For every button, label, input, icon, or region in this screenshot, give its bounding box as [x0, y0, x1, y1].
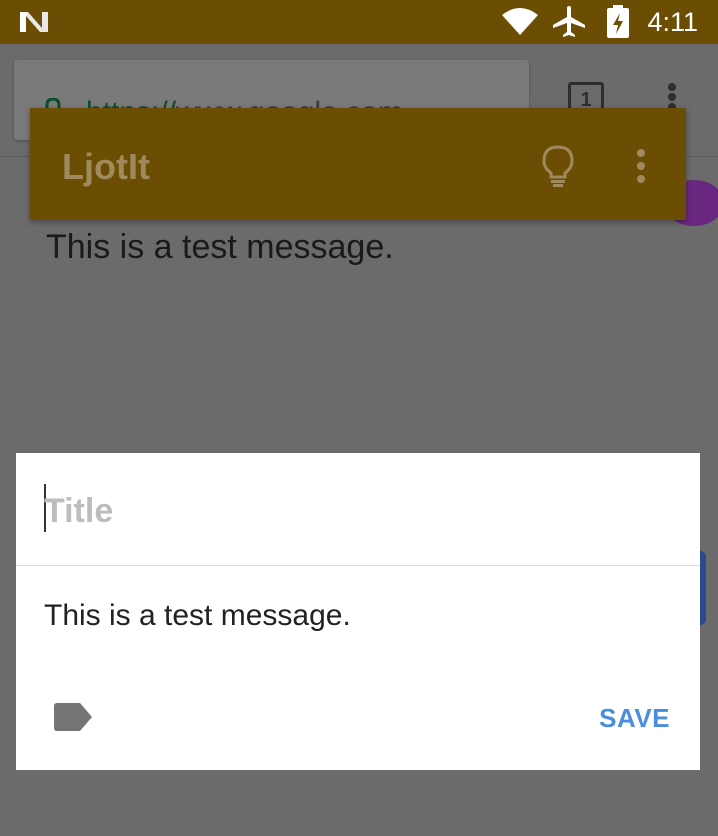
n-logo-icon	[20, 12, 48, 32]
status-time: 4:11	[647, 6, 698, 37]
title-input[interactable]	[44, 489, 664, 533]
app-title: LjotIt	[62, 146, 150, 187]
status-bar: 4:11	[0, 0, 718, 44]
lightbulb-icon[interactable]	[540, 144, 576, 188]
wifi-icon	[502, 8, 539, 35]
note-body-text[interactable]: This is a test message.	[44, 599, 351, 633]
save-button[interactable]: SAVE	[599, 703, 670, 734]
page-text: This is a test message.	[46, 228, 394, 266]
note-dialog: This is a test message. SAVE	[16, 453, 700, 770]
dialog-divider	[16, 565, 700, 566]
label-tag-icon[interactable]	[54, 703, 92, 731]
app-toolbar: LjotIt	[30, 108, 686, 220]
overflow-menu-icon[interactable]	[634, 148, 648, 184]
battery-charging-icon	[607, 5, 630, 38]
airplane-mode-icon	[553, 6, 586, 37]
